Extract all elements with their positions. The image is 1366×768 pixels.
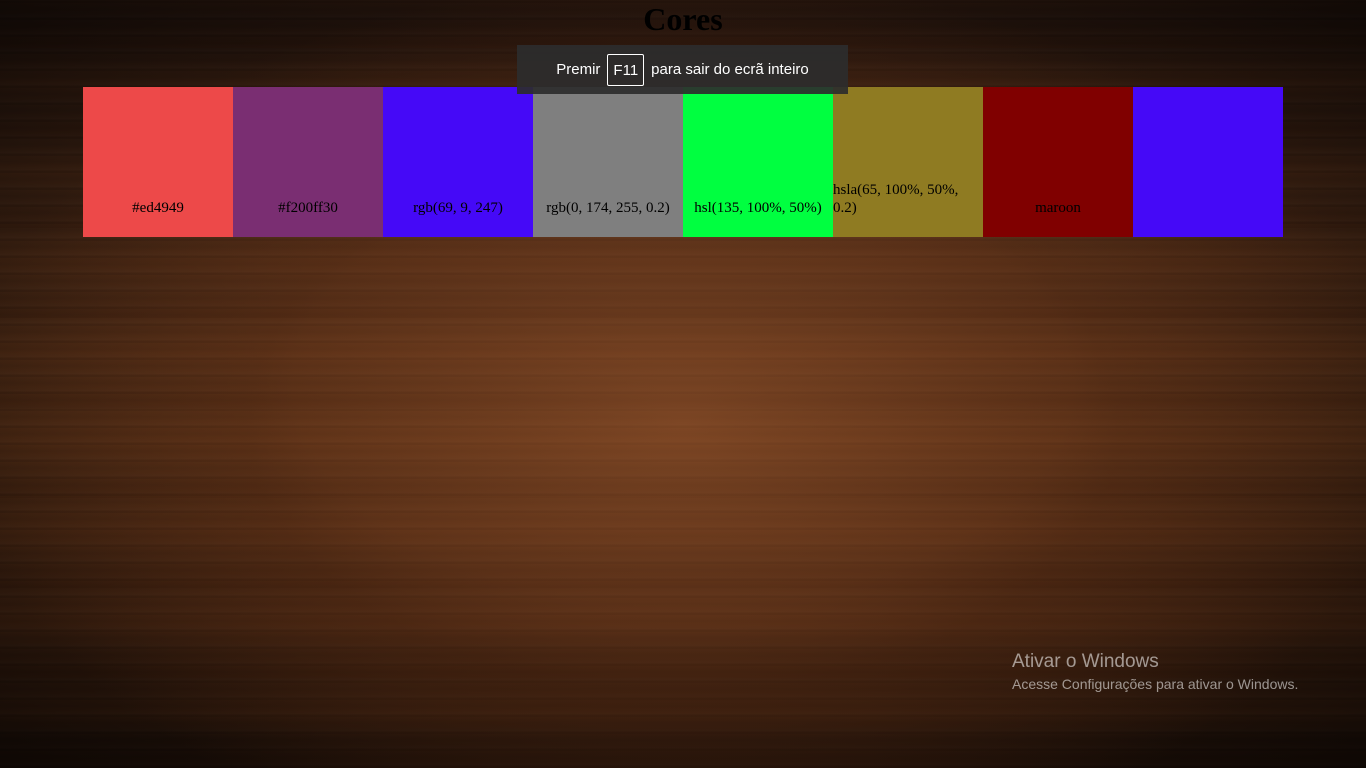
fullscreen-notice-text-before: Premir — [556, 61, 601, 78]
color-swatch: #ed4949 — [83, 87, 233, 237]
color-swatch — [1133, 87, 1283, 237]
swatch-label: #ed4949 — [132, 200, 184, 216]
fullscreen-exit-notice: Premir F11 para sair do ecrã inteiro — [517, 45, 848, 94]
page-title: Cores — [643, 1, 723, 37]
color-swatch: hsla(65, 100%, 50%, 0.2) — [833, 87, 983, 237]
swatch-label: hsl(135, 100%, 50%) — [694, 200, 822, 216]
color-swatch: maroon — [983, 87, 1133, 237]
color-swatch: #f200ff30 — [233, 87, 383, 237]
color-swatch: hsl(135, 100%, 50%) — [683, 87, 833, 237]
watermark-subtitle: Acesse Configurações para ativar o Windo… — [1012, 676, 1299, 692]
windows-activation-watermark: Ativar o Windows Acesse Configurações pa… — [1012, 651, 1298, 694]
swatch-label: #f200ff30 — [278, 200, 338, 216]
fullscreen-notice-text-after: para sair do ecrã inteiro — [651, 61, 809, 78]
color-swatch: rgb(69, 9, 247) — [383, 87, 533, 237]
swatch-label: hsla(65, 100%, 50%, 0.2) — [833, 182, 959, 216]
swatch-label: rgb(0, 174, 255, 0.2) — [546, 200, 670, 216]
f11-key-badge: F11 — [607, 53, 645, 86]
color-swatch-row: #ed4949 #f200ff30 rgb(69, 9, 247) rgb(0,… — [83, 87, 1283, 237]
watermark-title: Ativar o Windows — [1012, 651, 1159, 672]
swatch-label: maroon — [1035, 200, 1081, 216]
color-swatch: rgb(0, 174, 255, 0.2) — [533, 87, 683, 237]
swatch-label: rgb(69, 9, 247) — [413, 200, 503, 216]
